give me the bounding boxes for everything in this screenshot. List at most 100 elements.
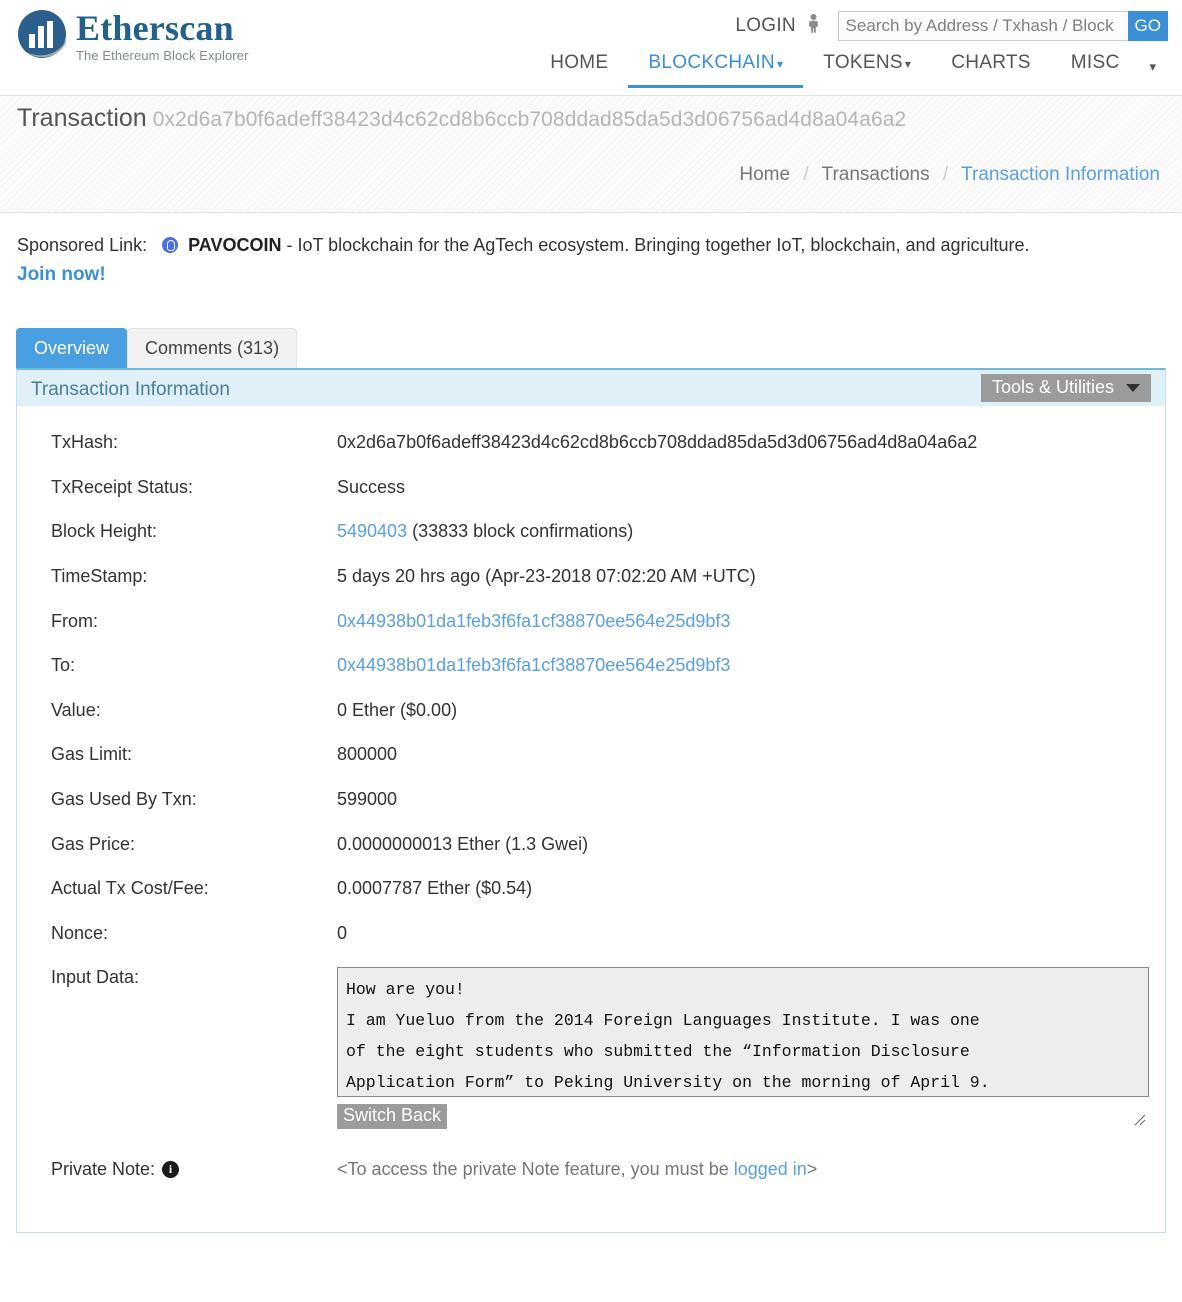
tab-bar: Overview Comments (313) <box>16 328 1182 369</box>
row-value-ether: 0 Ether ($0.00) <box>337 699 458 720</box>
status-badge: Success <box>337 476 406 497</box>
from-address-link[interactable]: 0x44938b01da1feb3f6fa1cf38870ee564e25d9b… <box>337 611 730 631</box>
row-to: To: 0x44938b01da1feb3f6fa1cf38870ee564e2… <box>17 655 1165 677</box>
row-private-note: Private Note: i <To access the private N… <box>17 1159 1165 1180</box>
login-label: LOGIN <box>735 14 796 36</box>
row-value-gas-used: 599000 <box>337 789 398 810</box>
row-nonce: Nonce: 0 <box>17 923 1165 945</box>
logged-in-link[interactable]: logged in <box>734 1159 807 1179</box>
breadcrumb-separator: / <box>803 164 809 185</box>
nav-item-misc[interactable]: MISC <box>1051 52 1140 88</box>
row-value-timestamp: 5 days 20 hrs ago (Apr-23-2018 07:02:20 … <box>337 566 756 587</box>
row-label: Gas Price: <box>51 833 136 854</box>
row-value-block-height: 5490403 (33833 block confirmations) <box>337 521 633 543</box>
page-subheader: Transaction 0x2d6a7b0f6adeff38423d4c62cd8… <box>0 95 1182 213</box>
to-address-link[interactable]: 0x44938b01da1feb3f6fa1cf38870ee564e25d9b… <box>337 655 730 675</box>
breadcrumb-separator: / <box>942 164 949 185</box>
private-note-label-wrap: Private Note: i <box>51 1159 337 1180</box>
row-txreceipt-status: TxReceipt Status: Success <box>17 477 1165 499</box>
etherscan-bars-logo-icon <box>14 8 70 64</box>
row-value-tx-fee: 0.0007787 Ether ($0.54) <box>337 878 533 899</box>
row-tx-fee: Actual Tx Cost/Fee: 0.0007787 Ether ($0.… <box>17 878 1165 900</box>
row-label: From: <box>51 610 98 631</box>
tab-overview[interactable]: Overview <box>16 328 128 369</box>
row-label: Input Data: <box>51 967 140 988</box>
nav-item-home[interactable]: HOME <box>530 52 628 88</box>
row-label: Nonce: <box>51 922 109 943</box>
search-go-button[interactable]: GO <box>1127 11 1168 41</box>
row-gas-limit: Gas Limit: 800000 <box>17 744 1165 766</box>
private-note-label: Private Note: <box>51 1159 156 1180</box>
join-now-link[interactable]: Join now! <box>17 264 1182 286</box>
block-height-link[interactable]: 5490403 <box>337 521 407 541</box>
search-input[interactable] <box>837 11 1128 41</box>
card-footer-spacer <box>17 1180 1165 1232</box>
nav-label: HOME <box>550 52 609 73</box>
tab-comments[interactable]: Comments (313) <box>127 328 298 369</box>
nav-label: MISC <box>1070 52 1120 73</box>
nav-more-chevron-down-icon[interactable]: ▾ <box>1139 59 1170 88</box>
breadcrumb-current[interactable]: Transaction Information <box>961 164 1160 185</box>
row-block-height: Block Height: 5490403 (33833 block confi… <box>17 521 1165 543</box>
page-title: Transaction 0x2d6a7b0f6adeff38423d4c62cd8… <box>17 104 906 133</box>
page-title-label: Transaction <box>17 104 147 132</box>
chevron-down-icon: ▾ <box>904 57 912 71</box>
row-value: Value: 0 Ether ($0.00) <box>17 700 1165 722</box>
input-data-textarea[interactable]: How are you! I am Yueluo from the 2014 F… <box>337 967 1149 1098</box>
row-label: Gas Used By Txn: <box>51 789 197 810</box>
sponsored-text: - IoT blockchain for the AgTech ecosyste… <box>281 235 1030 255</box>
card-body: TxHash: 0x2d6a7b0f6adeff38423d4c62cd8b6c… <box>17 406 1165 1232</box>
breadcrumb: Home / Transactions / Transaction Inform… <box>739 164 1160 186</box>
page-title-hash: 0x2d6a7b0f6adeff38423d4c62cd8b6ccb708dda… <box>152 108 907 131</box>
private-note-text-before: <To access the private Note feature, you… <box>337 1159 734 1180</box>
tools-and-utilities-button[interactable]: Tools & Utilities <box>980 374 1151 403</box>
person-icon <box>807 13 820 39</box>
row-value-gas-price: 0.0000000013 Ether (1.3 Gwei) <box>337 833 589 854</box>
block-confirmations: (33833 block confirmations) <box>407 521 634 542</box>
row-value-txhash: 0x2d6a7b0f6adeff38423d4c62cd8b6ccb708dda… <box>337 432 978 453</box>
info-icon[interactable]: i <box>162 1161 180 1179</box>
private-note-message: <To access the private Note feature, you… <box>337 1159 817 1180</box>
breadcrumb-transactions[interactable]: Transactions <box>822 164 930 185</box>
row-label: Value: <box>51 699 101 720</box>
nav-label: CHARTS <box>951 52 1031 73</box>
row-label: Block Height: <box>51 521 158 542</box>
brand-tagline: The Ethereum Block Explorer <box>76 47 249 63</box>
nav-item-blockchain[interactable]: BLOCKCHAIN ▾ <box>628 52 804 88</box>
main-navigation: HOME BLOCKCHAIN ▾ TOKENS ▾ CHARTS MISC ▾ <box>530 52 1170 88</box>
row-label: To: <box>51 655 76 676</box>
sponsored-label: Sponsored Link: <box>17 235 148 255</box>
row-gas-used: Gas Used By Txn: 599000 <box>17 789 1165 811</box>
textarea-resize-handle[interactable] <box>1132 1112 1146 1126</box>
chevron-down-icon: ▾ <box>776 57 784 71</box>
row-input-data: Input Data: How are you! I am Yueluo fro… <box>17 967 1165 1130</box>
row-value-gas-limit: 800000 <box>337 744 398 765</box>
row-timestamp: TimeStamp: 5 days 20 hrs ago (Apr-23-201… <box>17 566 1165 588</box>
nav-item-charts[interactable]: CHARTS <box>931 52 1051 88</box>
nav-item-tokens[interactable]: TOKENS ▾ <box>803 52 931 88</box>
row-from: From: 0x44938b01da1feb3f6fa1cf38870ee564… <box>17 611 1165 633</box>
row-value-nonce: 0 <box>337 922 348 943</box>
card-title: Transaction Information <box>31 379 230 401</box>
row-gas-price: Gas Price: 0.0000000013 Ether (1.3 Gwei) <box>17 834 1165 856</box>
row-label: TxHash: <box>51 432 119 453</box>
transaction-information-card: Transaction Information Tools & Utilitie… <box>16 368 1166 1234</box>
sponsored-brand[interactable]: PAVOCOIN <box>188 235 281 255</box>
row-label: TxReceipt Status: <box>51 476 194 497</box>
switch-back-button[interactable]: Switch Back <box>337 1104 448 1130</box>
nav-label: TOKENS <box>823 52 903 73</box>
search-box: GO <box>837 11 1168 41</box>
site-logo[interactable]: Etherscan The Ethereum Block Explorer <box>14 8 249 64</box>
tools-label: Tools & Utilities <box>991 377 1114 398</box>
row-label: Gas Limit: <box>51 744 133 765</box>
pavocoin-icon <box>162 237 179 253</box>
sponsored-link-banner: Sponsored Link: PAVOCOIN - IoT blockchai… <box>0 213 1182 286</box>
triangle-down-icon <box>1126 383 1140 392</box>
brand-name: Etherscan <box>76 7 234 48</box>
row-label: TimeStamp: <box>51 566 148 587</box>
breadcrumb-home[interactable]: Home <box>739 164 790 185</box>
site-header: Etherscan The Ethereum Block Explorer LO… <box>0 0 1182 95</box>
nav-label: BLOCKCHAIN <box>648 52 775 73</box>
login-link[interactable]: LOGIN <box>735 13 820 39</box>
row-txhash: TxHash: 0x2d6a7b0f6adeff38423d4c62cd8b6c… <box>17 432 1165 454</box>
